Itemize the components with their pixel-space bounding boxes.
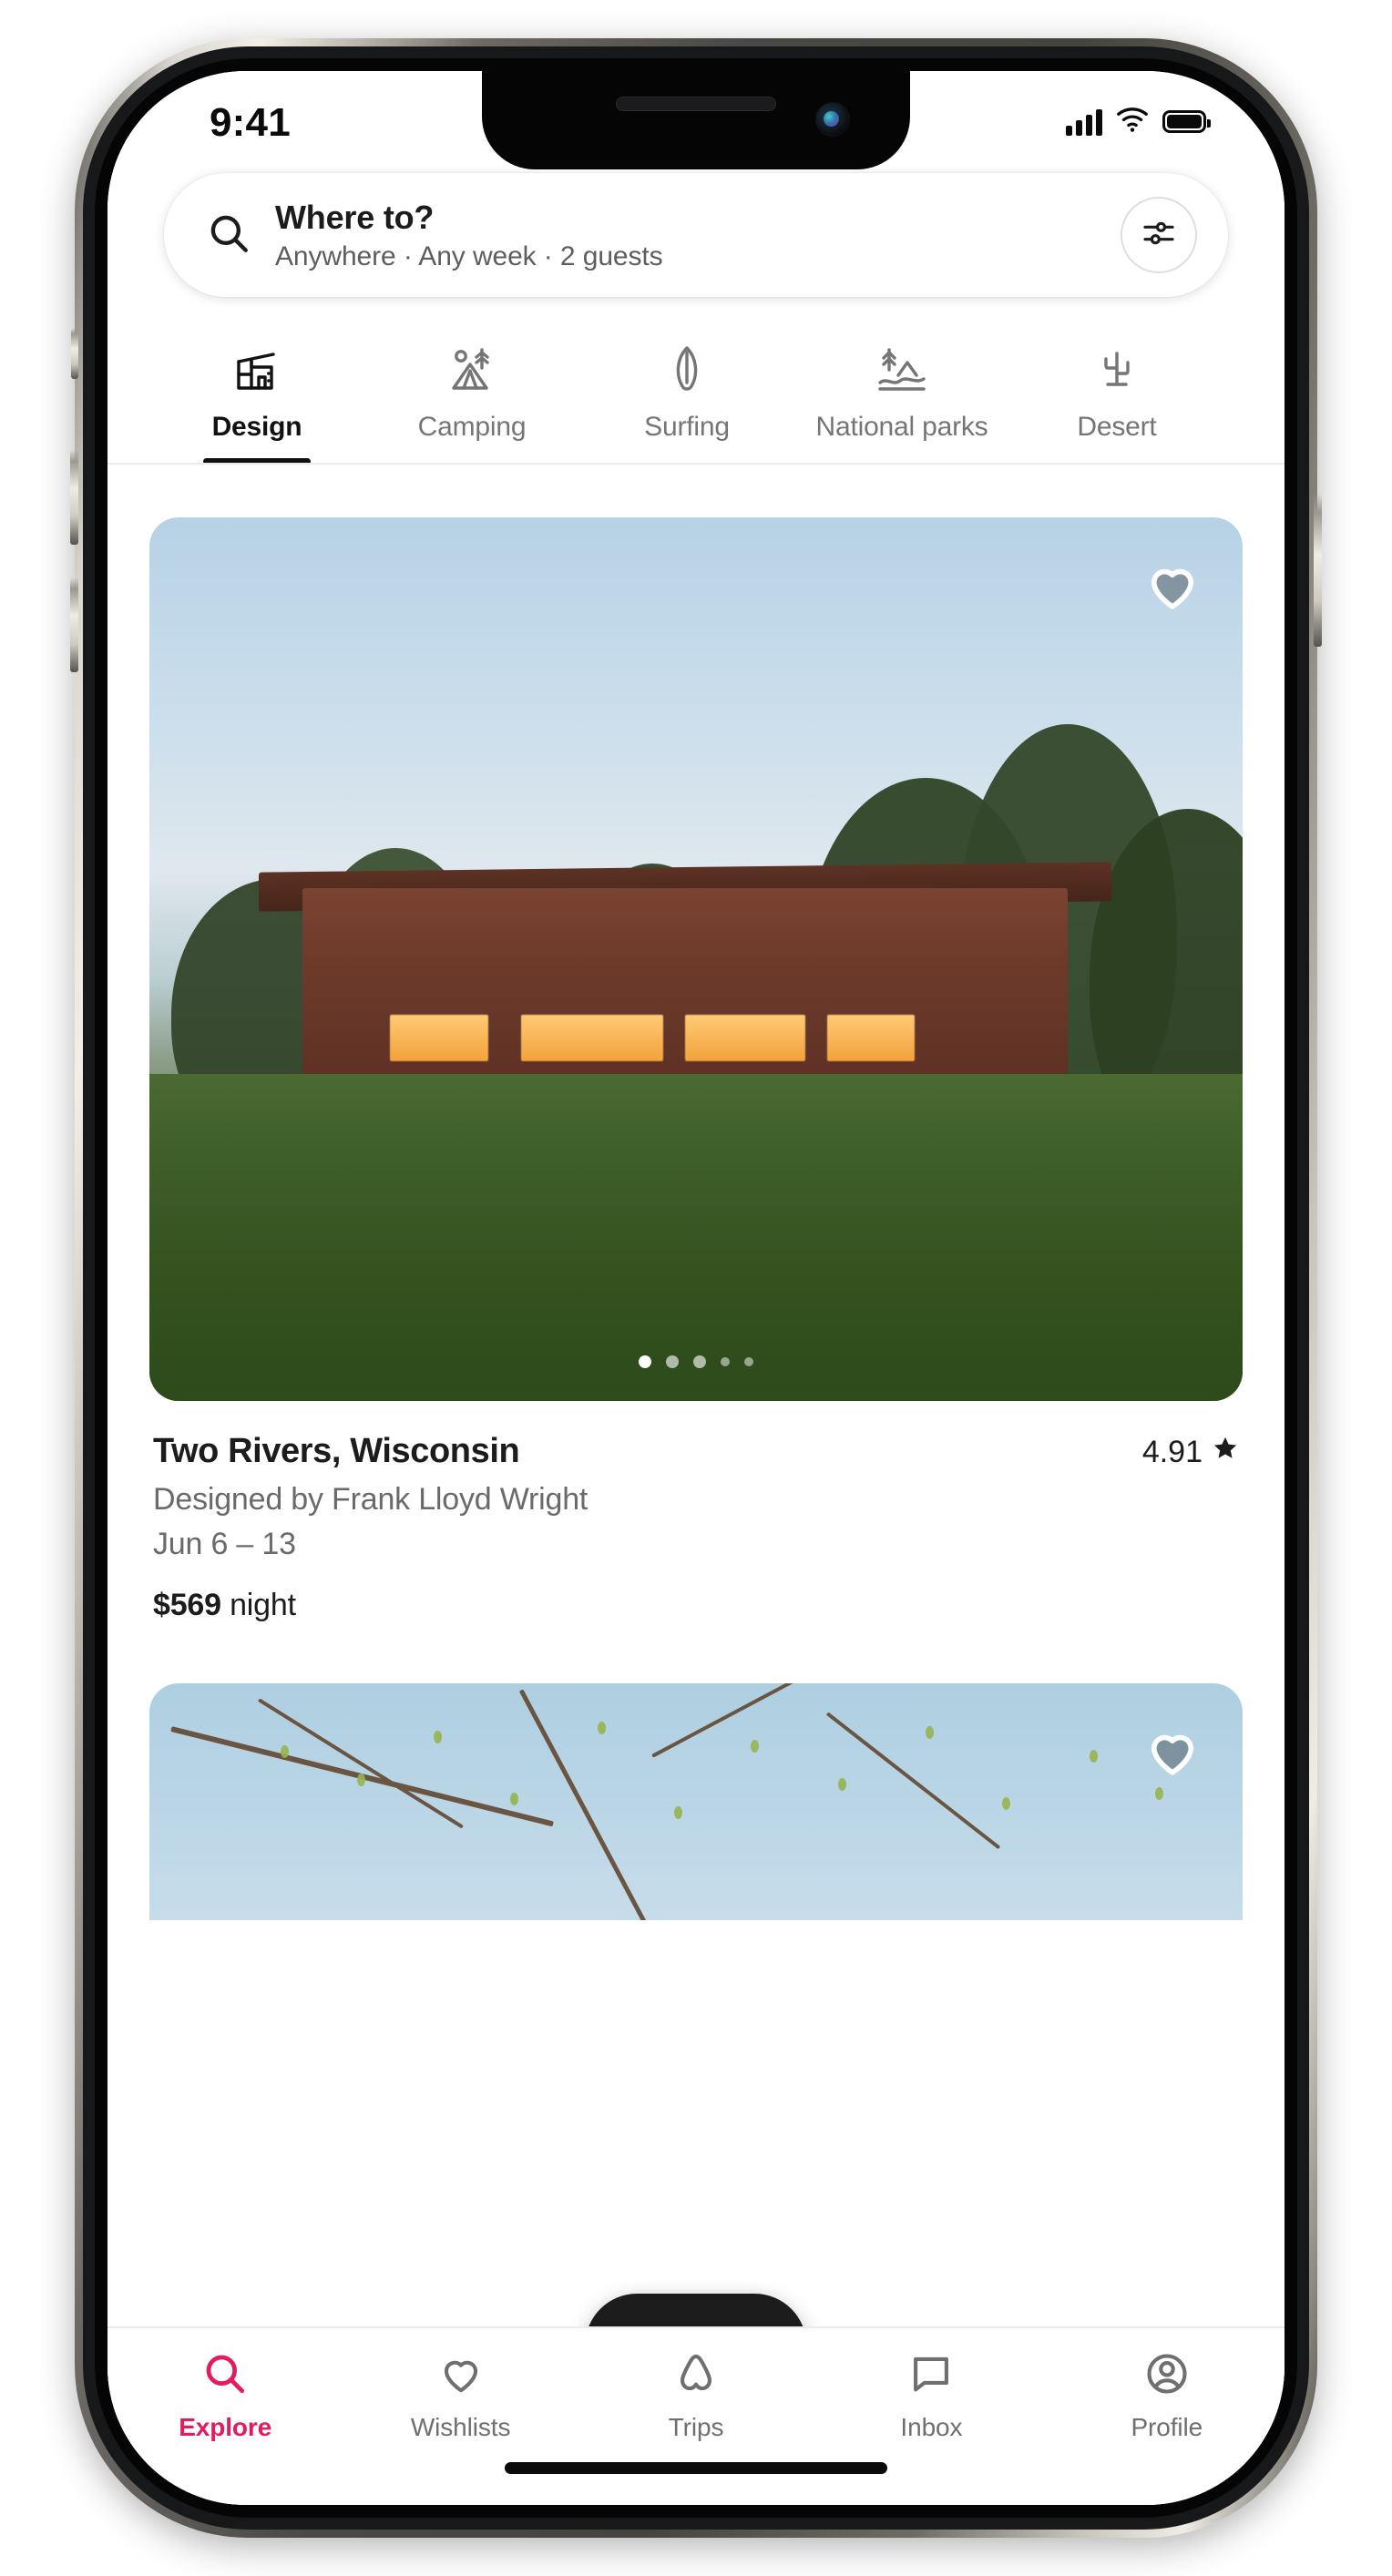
airbnb-app: Where to? Anywhere · Any week · 2 guests <box>107 71 1285 2505</box>
tab-label: Trips <box>668 2413 724 2441</box>
silent-switch[interactable] <box>71 328 78 379</box>
tab-label: Profile <box>1131 2413 1203 2441</box>
photo-window <box>827 1015 915 1061</box>
price-amount: $569 <box>153 1588 221 1622</box>
photo-window <box>390 1015 488 1061</box>
front-camera <box>815 102 850 137</box>
photo-dot[interactable] <box>744 1357 753 1366</box>
photo-pagination-dots <box>639 1355 753 1368</box>
earpiece-speaker <box>616 97 776 111</box>
listing-rating: 4.91 <box>1142 1432 1239 1470</box>
heart-icon <box>437 2350 485 2402</box>
listing-card[interactable] <box>149 1623 1243 1920</box>
national-park-icon <box>875 342 929 397</box>
battery-icon <box>1162 110 1211 133</box>
tab-label: Inbox <box>900 2413 963 2441</box>
tab-explore[interactable]: Explore <box>107 2350 343 2442</box>
photo-dot[interactable] <box>721 1357 730 1366</box>
photo-window <box>521 1015 663 1061</box>
wifi-icon <box>1115 106 1150 138</box>
favorite-button[interactable] <box>1139 1720 1206 1787</box>
surfboard-icon <box>660 342 714 397</box>
listing-price: $569 night <box>153 1588 1239 1623</box>
category-label: Design <box>211 412 302 442</box>
search-subtitle: Anywhere · Any week · 2 guests <box>275 240 663 271</box>
airbnb-bellhop-icon <box>672 2350 720 2402</box>
price-unit: night <box>230 1588 296 1622</box>
rating-value: 4.91 <box>1141 1435 1203 1469</box>
phone-screen: Where to? Anywhere · Any week · 2 guests <box>107 71 1285 2505</box>
photo-dot[interactable] <box>693 1355 706 1368</box>
home-indicator[interactable] <box>505 2462 887 2474</box>
listing-description: Designed by Frank Lloyd Wright <box>153 1482 589 1517</box>
heart-outline-icon <box>1143 557 1202 619</box>
cactus-icon <box>1090 342 1144 397</box>
listing-card[interactable]: Two Rivers, Wisconsin 4.91 Designed by F… <box>149 465 1243 1623</box>
category-tab-national-parks[interactable]: National parks <box>794 333 1009 463</box>
photo-dot[interactable] <box>666 1355 679 1368</box>
listing-details: Two Rivers, Wisconsin 4.91 Designed by F… <box>149 1401 1243 1623</box>
phone-device: Where to? Anywhere · Any week · 2 guests <box>70 38 1322 2538</box>
tab-label: Wishlists <box>410 2413 511 2441</box>
category-tab-camping[interactable]: Camping <box>364 333 579 463</box>
listing-title-row: Two Rivers, Wisconsin 4.91 <box>153 1432 1239 1471</box>
tab-profile[interactable]: Profile <box>1049 2350 1285 2442</box>
category-tabs-scroller[interactable]: Design Camping Surfing National parks De… <box>107 333 1285 463</box>
photo-branch <box>518 1689 657 1920</box>
star-icon <box>1212 1435 1239 1470</box>
listing-dates: Jun 6 – 13 <box>153 1527 296 1561</box>
heart-outline-icon <box>1143 1722 1202 1785</box>
listings-feed[interactable]: Two Rivers, Wisconsin 4.91 Designed by F… <box>107 465 1285 2326</box>
photo-branch <box>651 1683 885 1758</box>
status-time: 9:41 <box>210 100 291 145</box>
category-tabs: Design Camping Surfing National parks De… <box>107 333 1285 465</box>
search-icon <box>206 210 251 261</box>
photo-dot[interactable] <box>639 1355 651 1368</box>
category-tab-design[interactable]: Design <box>149 333 364 463</box>
cellular-signal-icon <box>1066 108 1102 136</box>
photo-branch <box>825 1712 1001 1850</box>
volume-down-button[interactable] <box>70 578 78 672</box>
filter-button[interactable] <box>1121 197 1197 273</box>
filter-sliders-icon <box>1141 215 1177 256</box>
profile-icon <box>1143 2350 1191 2402</box>
category-label: National parks <box>815 412 988 442</box>
volume-up-button[interactable] <box>70 450 78 545</box>
search-text-block: Where to? Anywhere · Any week · 2 guests <box>275 199 1097 272</box>
tab-wishlists[interactable]: Wishlists <box>343 2350 578 2442</box>
category-tab-surfing[interactable]: Surfing <box>579 333 794 463</box>
tab-label: Explore <box>179 2413 272 2441</box>
listing-photo[interactable] <box>149 517 1243 1401</box>
tab-inbox[interactable]: Inbox <box>814 2350 1049 2442</box>
category-label: Camping <box>417 412 527 442</box>
device-notch <box>482 71 910 169</box>
status-indicators <box>1066 106 1211 138</box>
favorite-button[interactable] <box>1139 554 1206 621</box>
camping-tent-icon <box>445 342 499 397</box>
bottom-tab-bar: Explore Wishlists Trips Inbox Profile <box>107 2326 1285 2505</box>
design-house-icon <box>230 342 284 397</box>
category-tab-desert[interactable]: Desert <box>1009 333 1224 463</box>
photo-window <box>685 1015 805 1061</box>
message-icon <box>907 2350 955 2402</box>
category-label: Surfing <box>644 412 730 442</box>
search-title: Where to? <box>275 198 435 236</box>
photo-branch <box>257 1697 464 1829</box>
search-bar[interactable]: Where to? Anywhere · Any week · 2 guests <box>164 173 1228 297</box>
category-label: Desert <box>1077 412 1157 442</box>
listing-location: Two Rivers, Wisconsin <box>153 1432 520 1470</box>
listing-photo[interactable] <box>149 1683 1243 1920</box>
photo-lawn <box>149 1074 1243 1401</box>
search-icon <box>201 2350 249 2402</box>
power-button[interactable] <box>1314 494 1322 647</box>
tab-trips[interactable]: Trips <box>578 2350 814 2442</box>
